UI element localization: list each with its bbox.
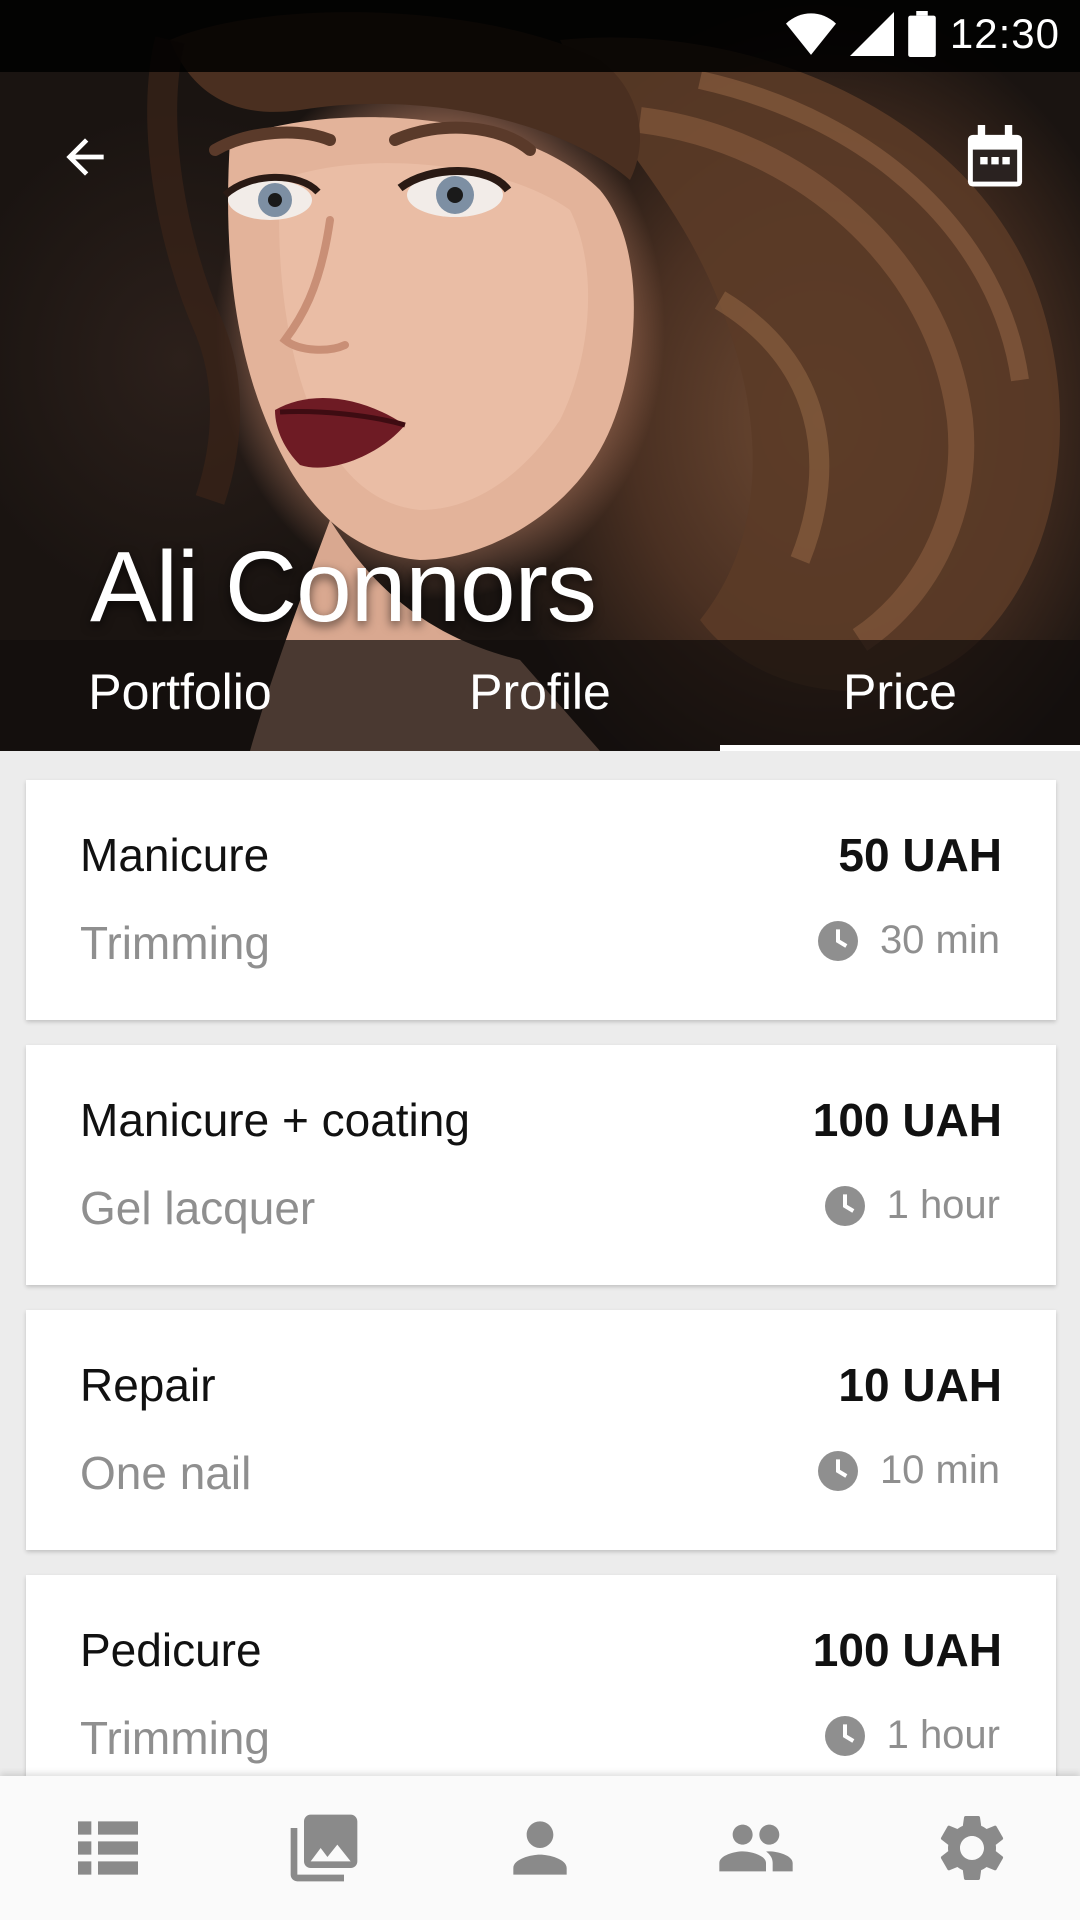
bottom-navigation — [0, 1776, 1080, 1920]
profile-name: Ali Connors — [90, 531, 597, 643]
arrow-back-icon — [66, 138, 104, 176]
service-detail: Trimming — [80, 917, 270, 969]
status-time: 12:30 — [949, 10, 1060, 57]
back-button[interactable] — [40, 112, 130, 202]
service-price: 50 UAH — [838, 829, 1002, 881]
service-name: Pedicure — [80, 1624, 262, 1676]
nav-people[interactable] — [648, 1776, 864, 1920]
clock-icon — [824, 1185, 865, 1226]
clock-icon — [817, 1450, 858, 1491]
signal-icon — [849, 12, 894, 56]
service-duration-text: 1 hour — [886, 1183, 1000, 1227]
service-duration: 10 min — [817, 1448, 1000, 1493]
service-duration: 1 hour — [824, 1183, 1000, 1228]
nav-settings[interactable] — [864, 1776, 1080, 1920]
service-name: Repair — [80, 1359, 216, 1411]
service-detail: One nail — [80, 1447, 252, 1499]
service-price: 100 UAH — [812, 1624, 1002, 1676]
battery-icon — [908, 11, 936, 57]
service-detail: Gel lacquer — [80, 1182, 316, 1234]
service-name: Manicure + coating — [80, 1094, 470, 1146]
service-duration-text: 30 min — [879, 918, 1000, 962]
nav-profile[interactable] — [432, 1776, 648, 1920]
clock-icon — [824, 1715, 865, 1756]
tab-indicator — [720, 745, 1080, 751]
calendar-button[interactable] — [950, 112, 1040, 202]
service-card[interactable]: Repair 10 UAH One nail 10 min — [26, 1310, 1056, 1550]
status-bar: 12:30 — [0, 0, 1080, 72]
service-duration: 1 hour — [824, 1713, 1000, 1758]
person-icon — [513, 1821, 567, 1875]
tab-bar: Portfolio Profile Price — [0, 640, 1080, 751]
nav-gallery[interactable] — [216, 1776, 432, 1920]
list-icon — [78, 1821, 138, 1875]
tab-portfolio[interactable]: Portfolio — [0, 640, 360, 751]
service-duration-text: 1 hour — [886, 1713, 1000, 1757]
service-price: 10 UAH — [838, 1359, 1002, 1411]
service-card[interactable]: Manicure + coating 100 UAH Gel lacquer 1… — [26, 1045, 1056, 1285]
tab-price[interactable]: Price — [720, 640, 1080, 751]
people-icon — [719, 1824, 793, 1872]
price-list: Manicure 50 UAH Trimming 30 min Manicure… — [26, 780, 1056, 1840]
service-duration: 30 min — [817, 918, 1000, 963]
tab-profile[interactable]: Profile — [360, 640, 720, 751]
gallery-icon — [290, 1814, 358, 1882]
clock-icon — [817, 920, 858, 961]
nav-list[interactable] — [0, 1776, 216, 1920]
service-card[interactable]: Manicure 50 UAH Trimming 30 min — [26, 780, 1056, 1020]
calendar-icon — [967, 125, 1023, 187]
service-price: 100 UAH — [812, 1094, 1002, 1146]
profile-header: 12:30 Ali Connors Portfolio Profile Pric… — [0, 0, 1080, 751]
service-duration-text: 10 min — [879, 1448, 1000, 1492]
service-detail: Trimming — [80, 1712, 270, 1764]
wifi-icon — [785, 13, 836, 55]
settings-icon — [940, 1816, 1004, 1880]
service-name: Manicure — [80, 829, 270, 881]
app-bar — [0, 72, 1080, 240]
